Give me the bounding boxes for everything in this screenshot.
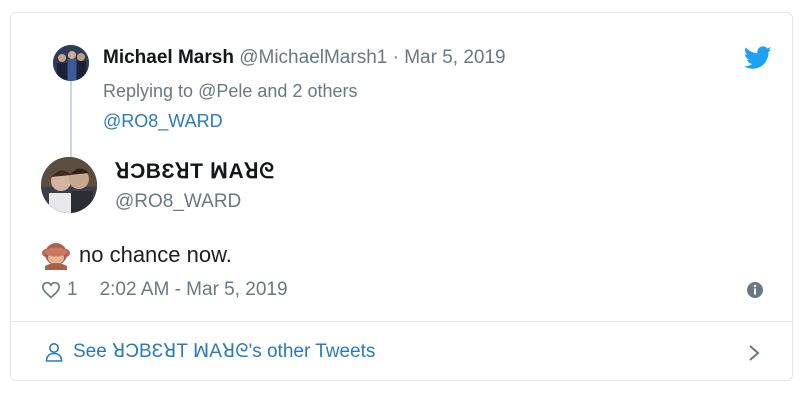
replying-suffix[interactable]: and 2 others	[257, 81, 357, 101]
replying-to: Replying to @Pele and 2 others	[103, 81, 357, 102]
see-suffix: 's other Tweets	[248, 340, 376, 362]
person-icon	[45, 342, 63, 362]
parent-name[interactable]: Michael Marsh	[103, 47, 234, 68]
info-icon[interactable]	[746, 281, 764, 299]
like-count[interactable]: 1	[67, 279, 78, 301]
replying-target[interactable]: @Pele	[198, 81, 252, 101]
author-handle[interactable]: @RO8_WARD	[115, 191, 241, 213]
twitter-bird-icon[interactable]	[744, 46, 772, 70]
thread-connector	[70, 77, 72, 165]
author-display-name[interactable]: ꓤƆBƐꓤT ꟽAꓤᘓ	[115, 159, 275, 184]
embedded-tweet-card: Michael Marsh @MichaelMarsh1 · Mar 5, 20…	[10, 12, 793, 381]
see-no-evil-monkey-icon	[42, 243, 70, 270]
replying-prefix: Replying to	[103, 81, 194, 101]
see-prefix: See	[73, 340, 107, 362]
parent-date[interactable]: Mar 5, 2019	[404, 47, 505, 68]
tweet-meta: 1 2:02 AM - Mar 5, 2019	[41, 279, 288, 301]
tweet-timestamp[interactable]: 2:02 AM - Mar 5, 2019	[100, 279, 288, 301]
chevron-right-icon[interactable]	[748, 344, 760, 362]
tweet-text: no chance now.	[79, 242, 232, 267]
parent-mention-link[interactable]: @RO8_WARD	[103, 111, 223, 132]
parent-handle[interactable]: @MichaelMarsh1	[239, 47, 387, 68]
parent-avatar[interactable]	[53, 45, 89, 81]
tweet-body: no chance now.	[41, 240, 232, 270]
separator: ·	[392, 47, 399, 68]
footer-display-name: ꓤƆBƐꓤT ꟽAꓤᘓ	[112, 341, 249, 362]
heart-icon[interactable]	[41, 281, 61, 299]
see-other-tweets-link[interactable]: See ꓤƆBƐꓤT ꟽAꓤᘓ's other Tweets	[11, 322, 792, 381]
author-avatar[interactable]	[41, 157, 97, 213]
parent-header: Michael Marsh @MichaelMarsh1 · Mar 5, 20…	[103, 47, 506, 69]
